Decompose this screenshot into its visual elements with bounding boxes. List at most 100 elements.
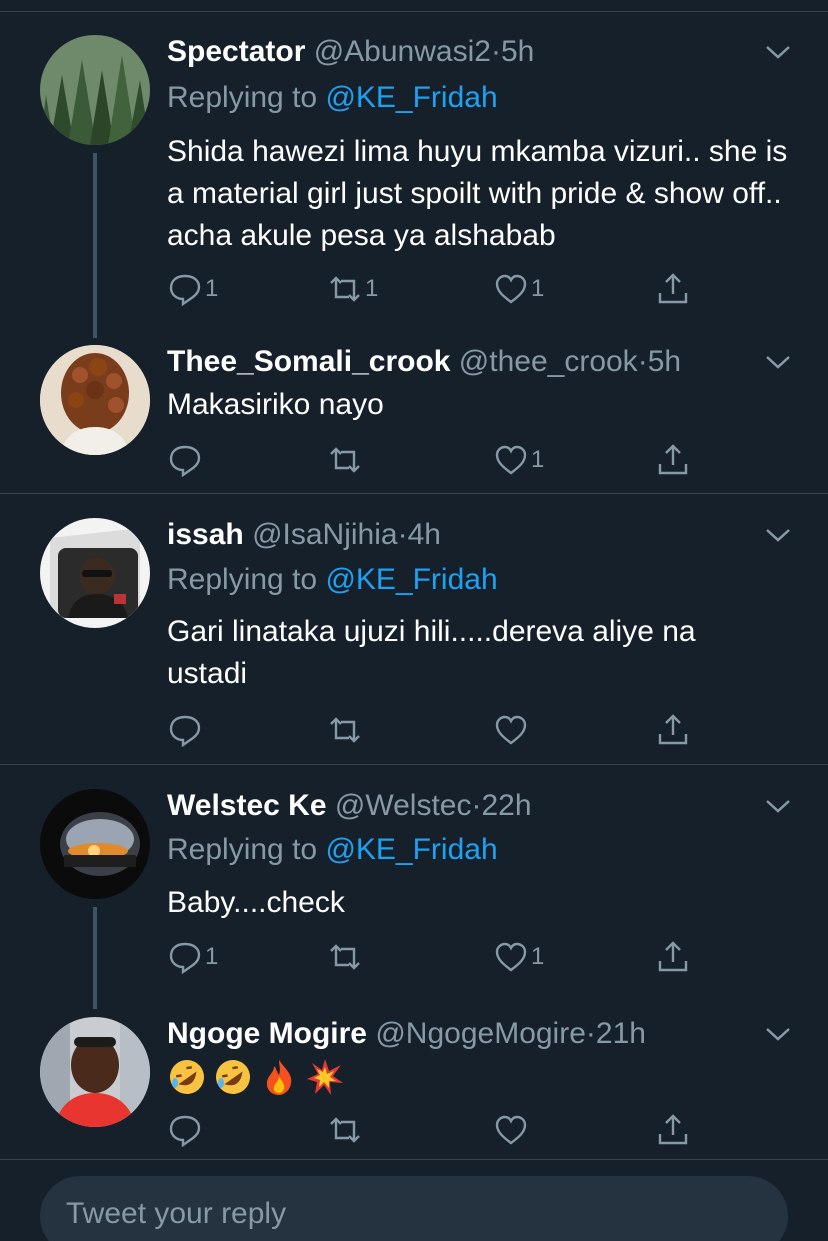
retweet-icon [330, 447, 360, 473]
mention-link[interactable]: @KE_Fridah [325, 833, 497, 866]
tweet-divider [0, 493, 828, 494]
like-button[interactable] [493, 710, 531, 750]
like-button[interactable] [493, 1110, 531, 1150]
avatar[interactable] [40, 35, 150, 145]
retweet-button[interactable] [327, 1110, 365, 1150]
reply-input[interactable]: Tweet your reply [40, 1176, 788, 1241]
display-name[interactable]: Ngoge Mogire [167, 1017, 367, 1050]
chevron-down-icon[interactable] [764, 42, 792, 62]
share-button[interactable] [655, 1110, 691, 1150]
top-divider [0, 11, 828, 12]
chevron-down-icon[interactable] [764, 352, 792, 372]
reply-icon [169, 445, 201, 478]
share-button[interactable] [655, 937, 691, 977]
share-icon [658, 714, 688, 745]
avatar[interactable] [40, 518, 150, 628]
tweet-text: Gari linataka ujuzi hili.....dereva aliy… [167, 615, 696, 690]
share-button[interactable] [655, 269, 691, 309]
chevron-down-icon[interactable] [764, 1024, 792, 1044]
separator-dot: · [637, 345, 648, 378]
handle[interactable]: @thee_crook [459, 345, 638, 378]
share-icon [658, 941, 688, 972]
like-button[interactable]: 1 [493, 937, 544, 977]
timestamp[interactable]: 4h [408, 518, 441, 551]
share-button[interactable] [655, 440, 691, 480]
fire-emoji [266, 1060, 292, 1095]
reply-button[interactable]: 1 [167, 937, 218, 977]
mention-link[interactable]: @KE_Fridah [325, 81, 497, 114]
tweet-actions: 1 1 1 [167, 269, 697, 309]
tweet-text: Shida hawezi lima huyu mkamba vizuri.. s… [167, 135, 788, 252]
replying-to: Replying to @KE_Fridah [167, 560, 498, 600]
replying-to-label: Replying to [167, 81, 326, 114]
tweet-emojis [167, 1057, 345, 1097]
avatar[interactable] [40, 789, 150, 899]
avatar[interactable] [40, 1017, 150, 1127]
tweet-divider [0, 764, 828, 765]
heart-icon [495, 1115, 527, 1145]
retweet-button[interactable]: 1 [327, 269, 378, 309]
tweet-text: Makasiriko nayo [167, 388, 384, 421]
chevron-down-icon[interactable] [764, 796, 792, 816]
display-name[interactable]: Welstec Ke [167, 789, 327, 822]
display-name[interactable]: Thee_Somali_crook [167, 345, 450, 378]
like-count: 1 [531, 275, 545, 302]
handle[interactable]: @NgogeMogire [375, 1017, 586, 1050]
thread-line [93, 153, 97, 338]
separator-dot: · [471, 789, 482, 822]
share-icon [658, 1114, 688, 1145]
rolling-on-floor-laughing-emoji [216, 1060, 250, 1094]
retweet-button[interactable] [327, 440, 365, 480]
like-button[interactable]: 1 [493, 440, 544, 480]
share-icon [658, 273, 688, 304]
display-name[interactable]: Spectator [167, 35, 305, 68]
reply-icon [169, 715, 201, 748]
avatar[interactable] [40, 345, 150, 455]
retweet-icon [330, 1117, 360, 1143]
separator-dot: · [490, 35, 501, 68]
tweet-thread-screen: Spectator @Abunwasi2·5h Replying to @KE_… [0, 0, 828, 1241]
rolling-on-floor-laughing-emoji [170, 1060, 204, 1094]
like-button[interactable]: 1 [493, 269, 544, 309]
heart-icon [495, 274, 527, 304]
tweet-actions [167, 710, 697, 750]
reply-button[interactable] [167, 440, 205, 480]
tweet-actions [167, 1110, 697, 1150]
handle[interactable]: @Welstec [335, 789, 472, 822]
share-button[interactable] [655, 710, 691, 750]
timestamp[interactable]: 22h [481, 789, 531, 822]
thread-line [93, 907, 97, 1009]
reply-button[interactable] [167, 1110, 205, 1150]
retweet-button[interactable] [327, 710, 365, 750]
replying-to: Replying to @KE_Fridah [167, 830, 498, 870]
tweet-text: Baby....check [167, 886, 345, 919]
timestamp[interactable]: 5h [501, 35, 534, 68]
reply-icon [169, 942, 201, 975]
separator-dot: · [585, 1017, 596, 1050]
share-icon [658, 444, 688, 475]
timestamp[interactable]: 21h [596, 1017, 646, 1050]
reply-placeholder: Tweet your reply [66, 1197, 287, 1230]
handle[interactable]: @IsaNjihia [252, 518, 398, 551]
replying-to-label: Replying to [167, 833, 326, 866]
reply-button[interactable] [167, 710, 205, 750]
heart-icon [495, 445, 527, 475]
tweet-actions: 1 [167, 440, 697, 480]
chevron-down-icon[interactable] [764, 525, 792, 545]
timestamp[interactable]: 5h [648, 345, 681, 378]
replying-to: Replying to @KE_Fridah [167, 78, 498, 118]
display-name[interactable]: issah [167, 518, 244, 551]
reply-count: 1 [205, 943, 219, 970]
retweet-button[interactable] [327, 937, 365, 977]
tweet-actions: 1 1 [167, 937, 697, 977]
retweet-icon [330, 276, 360, 302]
retweet-count: 1 [365, 275, 379, 302]
reply-button[interactable]: 1 [167, 269, 218, 309]
collision-emoji [307, 1059, 343, 1095]
heart-icon [495, 942, 527, 972]
retweet-icon [330, 717, 360, 743]
mention-link[interactable]: @KE_Fridah [325, 563, 497, 596]
retweet-icon [330, 944, 360, 970]
handle[interactable]: @Abunwasi2 [314, 35, 491, 68]
reply-bar-divider [0, 1159, 828, 1160]
